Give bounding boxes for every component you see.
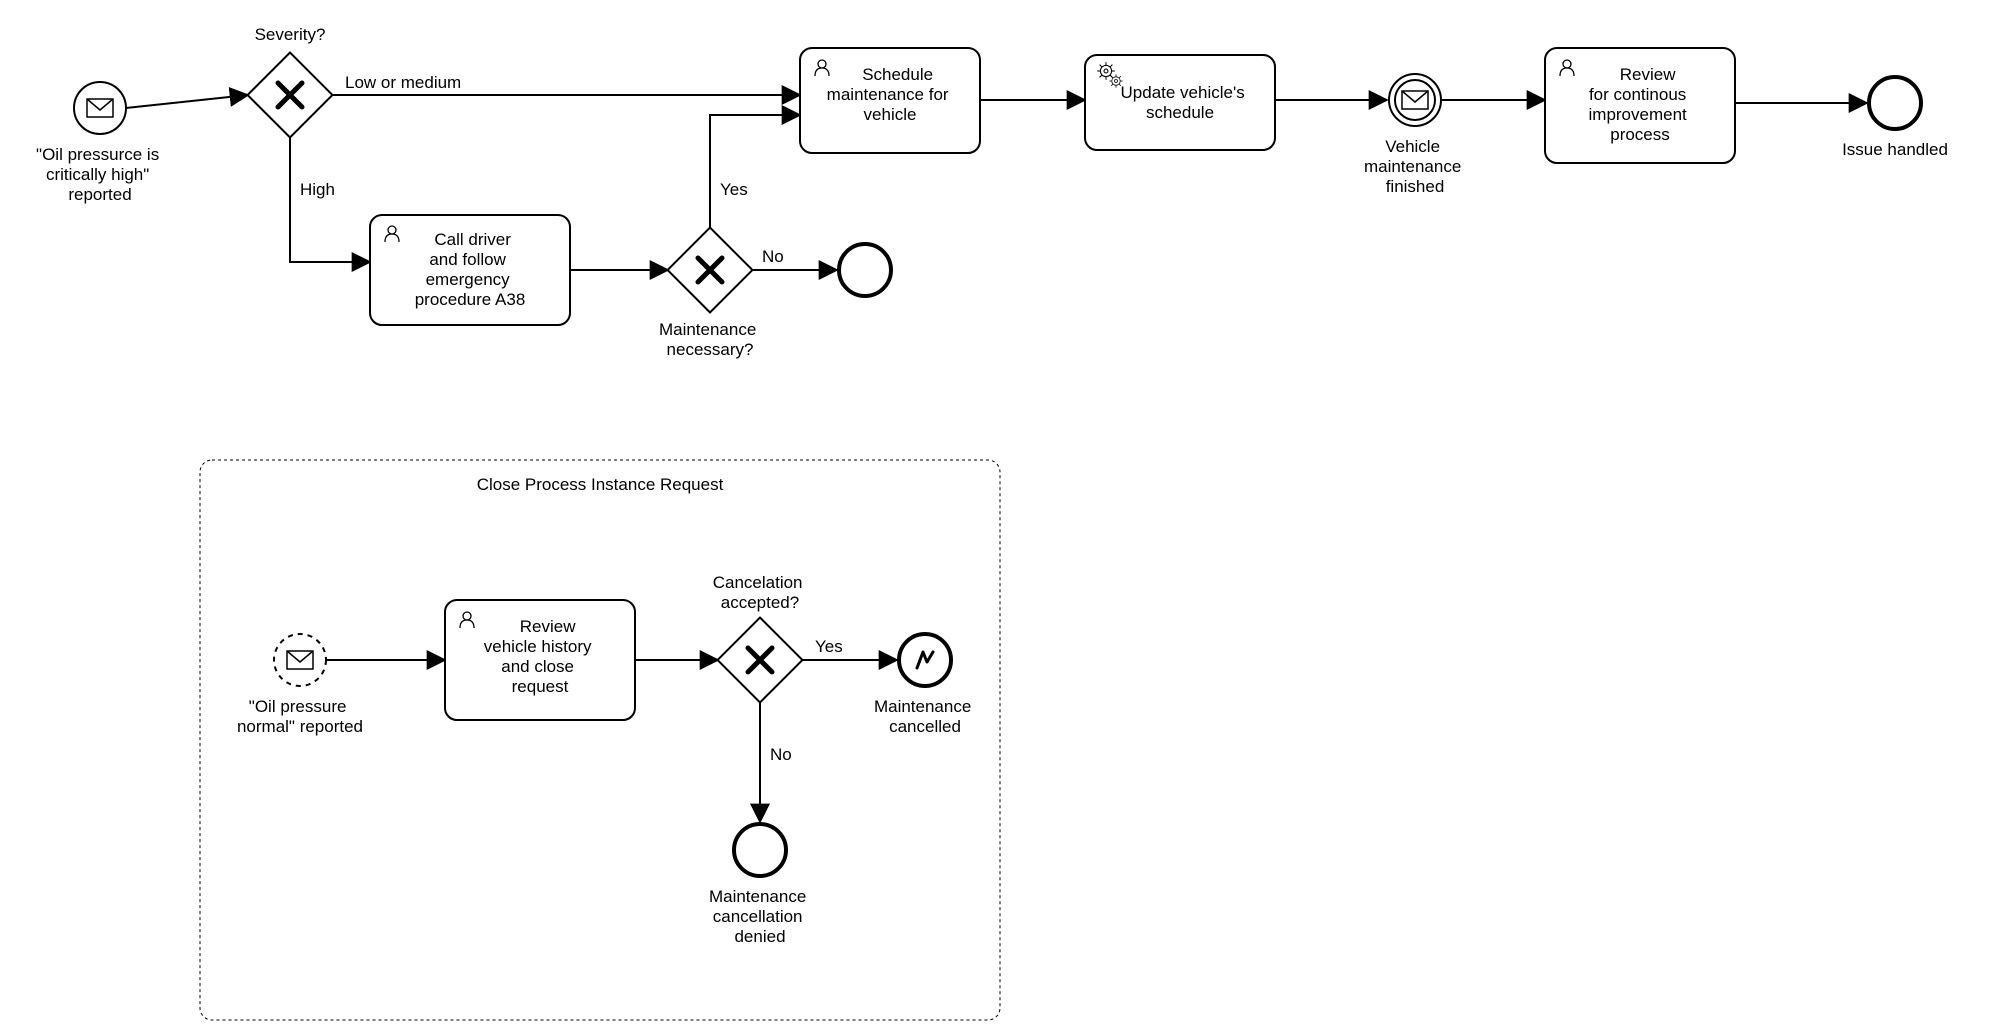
- end-denied-label: Maintenance cancellation denied: [709, 887, 811, 946]
- end-issue-handled[interactable]: [1869, 77, 1921, 129]
- event-maintenance-finished[interactable]: [1389, 74, 1441, 126]
- end-maintenance-cancelled[interactable]: [899, 634, 951, 686]
- end-no-maintenance[interactable]: [839, 244, 891, 296]
- flow-no-2-label: No: [770, 745, 792, 764]
- envelope-icon: [287, 651, 313, 669]
- sub-start-label: "Oil pressure normal" reported: [237, 697, 363, 736]
- end-main-label: Issue handled: [1842, 140, 1948, 159]
- gateway-cancellation-accepted[interactable]: [718, 618, 803, 703]
- gateway-maintenance-label: Maintenance necessary?: [659, 320, 761, 359]
- flow-low-medium-label: Low or medium: [345, 73, 461, 92]
- end-cancelled-label: Maintenance cancelled: [874, 697, 976, 736]
- start-event-label: "Oil pressurce is critically high" repor…: [36, 145, 164, 204]
- gateway-severity[interactable]: [248, 53, 333, 138]
- start-event[interactable]: [74, 82, 126, 134]
- flow-yes: [710, 115, 800, 228]
- flow-yes-2-label: Yes: [815, 637, 843, 656]
- subprocess-close-request[interactable]: [200, 460, 1000, 1020]
- gateway-maintenance-necessary[interactable]: [668, 228, 753, 313]
- flow-high-label: High: [300, 180, 335, 199]
- event-maintenance-finished-label: Vehicle maintenance finished: [1364, 137, 1466, 196]
- gateway-cancel-label: Cancelation accepted?: [713, 573, 808, 612]
- sub-start-event[interactable]: [274, 634, 326, 686]
- flow-yes-label: Yes: [720, 180, 748, 199]
- end-cancellation-denied[interactable]: [734, 824, 786, 876]
- gateway-severity-label: Severity?: [255, 25, 326, 44]
- flow: [126, 95, 248, 108]
- envelope-icon: [87, 99, 113, 117]
- flow-high: [290, 137, 370, 262]
- flow-no-label: No: [762, 247, 784, 266]
- subprocess-title: Close Process Instance Request: [477, 475, 724, 494]
- bpmn-diagram: "Oil pressurce is critically high" repor…: [0, 0, 1999, 1030]
- envelope-icon: [1402, 91, 1428, 109]
